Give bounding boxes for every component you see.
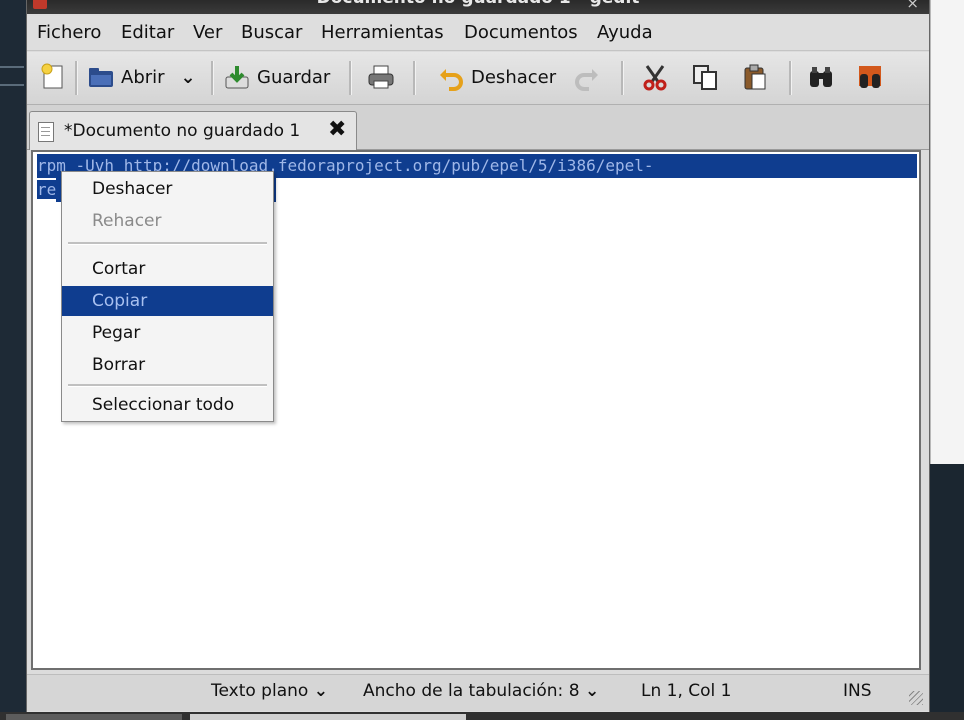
context-item-seleccionar-todo[interactable]: Seleccionar todo [62,390,273,420]
taskbar-button[interactable] [6,714,182,720]
menu-documentos[interactable]: Documentos [464,22,578,43]
new-button[interactable] [39,60,67,94]
context-item-rehacer: Rehacer [92,211,162,231]
menu-bar: Fichero Editar Ver Buscar Herramientas D… [27,16,929,51]
save-label: Guardar [257,66,331,88]
cut-button[interactable] [641,60,669,94]
context-item-borrar[interactable]: Borrar [62,350,273,380]
menu-herramientas[interactable]: Herramientas [321,22,444,43]
menu-ver[interactable]: Ver [193,22,222,43]
toolbar-separator [789,61,792,95]
toolbar-separator [413,61,416,95]
replace-button[interactable] [857,60,885,94]
tab-close-icon[interactable]: ✖ [328,117,346,142]
menu-editar[interactable]: Editar [121,22,174,43]
save-button[interactable]: Guardar [223,60,330,94]
toolbar: Abrir ⌄ Guardar Deshacer [27,52,929,105]
chevron-down-icon: ⌄ [313,681,328,701]
language-selector[interactable]: Texto plano ⌄ [211,681,328,701]
window-title: Documento no guardado 1 - gedit [27,0,929,8]
menu-separator [68,384,267,387]
window-close-icon[interactable]: × [906,0,919,12]
tab-width-value: 8 [568,681,580,701]
open-button[interactable]: Abrir ⌄ [87,60,196,94]
cursor-position: Ln 1, Col 1 [641,681,732,701]
desktop-stripe [0,66,24,68]
menu-separator [68,242,267,245]
paste-button[interactable] [741,60,769,94]
desktop-stripe [0,84,24,86]
toolbar-separator [211,61,214,95]
scissors-icon [641,63,669,91]
undo-icon [437,63,465,91]
language-label: Texto plano [211,681,309,701]
status-bar: Texto plano ⌄ Ancho de la tabulación: 8 … [27,674,929,711]
copy-icon [691,63,719,91]
insert-mode: INS [843,681,872,701]
toolbar-separator [621,61,624,95]
taskbar [0,712,964,720]
save-icon [223,63,251,91]
undo-button[interactable]: Deshacer [437,60,556,94]
open-recent-chevron-icon[interactable]: ⌄ [181,67,196,88]
undo-label: Deshacer [471,66,557,88]
print-button[interactable] [367,60,395,94]
copy-button[interactable] [691,60,719,94]
context-item-deshacer[interactable]: Deshacer [62,174,273,204]
find-replace-icon [857,63,885,91]
context-item-copiar[interactable]: Copiar [62,286,273,316]
redo-button[interactable] [573,60,601,94]
context-item-pegar[interactable]: Pegar [62,318,273,348]
toolbar-separator [75,61,78,95]
menu-ayuda[interactable]: Ayuda [597,22,653,43]
taskbar-button-active[interactable] [190,714,466,720]
new-document-icon [39,63,67,91]
toolbar-separator [349,61,352,95]
redo-icon [573,63,601,91]
desktop-left-panel [0,0,28,720]
tab-width-label: Ancho de la tabulación: [363,681,564,701]
folder-open-icon [87,63,115,91]
tab-documento-no-guardado-1[interactable]: *Documento no guardado 1 ✖ [29,111,357,150]
menu-buscar[interactable]: Buscar [241,22,302,43]
resize-grip-icon[interactable] [909,691,923,705]
document-icon [38,122,54,142]
tab-label: *Documento no guardado 1 [64,121,301,141]
chevron-down-icon: ⌄ [584,681,600,701]
document-tab-bar: *Documento no guardado 1 ✖ [27,105,929,150]
context-item-cortar[interactable]: Cortar [62,254,273,284]
tab-width-selector[interactable]: Ancho de la tabulación: 8 ⌄ [363,681,599,701]
selected-text: re [37,180,57,199]
open-label: Abrir [121,66,165,88]
paste-icon [741,63,769,91]
find-button[interactable] [807,60,835,94]
menu-fichero[interactable]: Fichero [37,22,101,43]
printer-icon [367,63,395,91]
title-bar[interactable]: Documento no guardado 1 - gedit × [27,0,929,14]
binoculars-icon [807,63,835,91]
background-window [928,0,964,464]
context-menu: Deshacer Rehacer Cortar Copiar Pegar Bor… [61,171,274,422]
